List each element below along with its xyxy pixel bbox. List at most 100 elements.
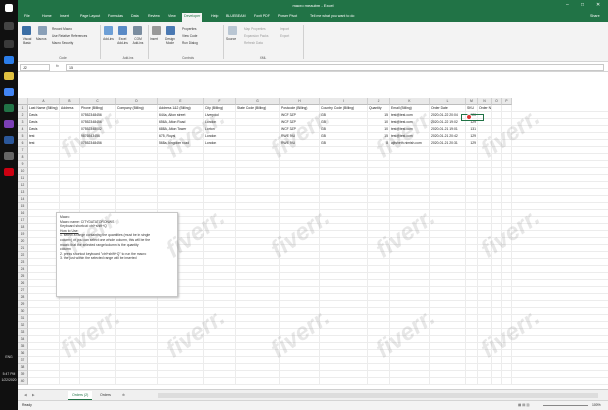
macro-security-button[interactable]: Macro Security xyxy=(52,41,73,45)
cell[interactable] xyxy=(390,294,430,301)
tab-data[interactable]: Data xyxy=(131,14,139,18)
header-cell[interactable]: Country Code (Billing) xyxy=(320,105,368,112)
cell[interactable] xyxy=(236,315,280,322)
cell[interactable] xyxy=(390,168,430,175)
cell[interactable] xyxy=(390,182,430,189)
cell[interactable] xyxy=(116,378,158,385)
header-cell[interactable]: Quantity xyxy=(368,105,390,112)
cell[interactable] xyxy=(204,343,236,350)
taskbar-date[interactable]: 1/22/2020 xyxy=(1,378,17,382)
cell[interactable] xyxy=(60,182,80,189)
cell[interactable] xyxy=(492,112,502,119)
cell[interactable] xyxy=(236,203,280,210)
cell[interactable] xyxy=(116,371,158,378)
cell[interactable] xyxy=(204,259,236,266)
cell[interactable] xyxy=(204,196,236,203)
cell[interactable] xyxy=(320,189,368,196)
row-header[interactable]: 4 xyxy=(18,126,28,133)
cell[interactable] xyxy=(466,154,478,161)
cell[interactable] xyxy=(466,161,478,168)
cell[interactable] xyxy=(280,280,320,287)
cell[interactable] xyxy=(492,294,502,301)
cell[interactable] xyxy=(236,189,280,196)
cell[interactable] xyxy=(430,168,466,175)
cell[interactable] xyxy=(28,371,60,378)
cell[interactable] xyxy=(236,294,280,301)
cell[interactable] xyxy=(368,308,390,315)
cell[interactable] xyxy=(204,189,236,196)
row-header[interactable]: 31 xyxy=(18,315,28,322)
cell[interactable] xyxy=(236,273,280,280)
cell[interactable] xyxy=(80,161,116,168)
cell[interactable] xyxy=(430,259,466,266)
cell[interactable] xyxy=(466,364,478,371)
row-header[interactable]: 6 xyxy=(18,140,28,147)
cell[interactable] xyxy=(158,203,204,210)
column-header[interactable]: E xyxy=(158,98,204,105)
com-add-ins-button[interactable]: COM Add-ins xyxy=(131,37,145,45)
cell[interactable] xyxy=(280,371,320,378)
cell[interactable] xyxy=(236,357,280,364)
tab-page-layout[interactable]: Page Layout xyxy=(80,14,100,18)
cell[interactable] xyxy=(390,189,430,196)
cell[interactable] xyxy=(502,259,512,266)
cell[interactable] xyxy=(80,189,116,196)
cell[interactable] xyxy=(28,203,60,210)
tab-bluebeam[interactable]: BLUEBEAM xyxy=(226,14,246,18)
cell[interactable] xyxy=(320,301,368,308)
cell[interactable] xyxy=(116,154,158,161)
cell[interactable] xyxy=(320,168,368,175)
cell[interactable] xyxy=(466,182,478,189)
cell[interactable] xyxy=(466,147,478,154)
cell[interactable] xyxy=(430,196,466,203)
cell[interactable]: 129 xyxy=(466,133,478,140)
tab-insert[interactable]: Insert xyxy=(60,14,69,18)
sheet-tab-orders[interactable]: Orders xyxy=(96,391,115,400)
onenote-icon[interactable] xyxy=(4,120,14,128)
cell[interactable] xyxy=(116,203,158,210)
row-header[interactable]: 35 xyxy=(18,343,28,350)
add-sheet-icon[interactable]: ⊕ xyxy=(118,391,129,400)
cell[interactable] xyxy=(320,350,368,357)
cell[interactable] xyxy=(502,308,512,315)
cell[interactable] xyxy=(204,350,236,357)
cell[interactable] xyxy=(368,182,390,189)
cell[interactable] xyxy=(116,350,158,357)
cell[interactable] xyxy=(236,161,280,168)
cell[interactable] xyxy=(492,273,502,280)
cell[interactable]: Davis xyxy=(28,112,60,119)
row-header[interactable]: 34 xyxy=(18,336,28,343)
cell[interactable] xyxy=(430,273,466,280)
cell[interactable] xyxy=(236,266,280,273)
cell[interactable] xyxy=(502,182,512,189)
refresh-data-button[interactable]: Refresh Data xyxy=(244,41,263,45)
cell[interactable] xyxy=(280,266,320,273)
cell[interactable] xyxy=(368,217,390,224)
cell[interactable] xyxy=(466,294,478,301)
fx-icon[interactable]: fx xyxy=(56,64,59,68)
insert-control-button[interactable]: Insert xyxy=(150,37,158,41)
cell[interactable] xyxy=(158,161,204,168)
cell[interactable] xyxy=(280,294,320,301)
cell[interactable] xyxy=(320,287,368,294)
cell[interactable] xyxy=(236,210,280,217)
cell[interactable] xyxy=(60,364,80,371)
cell[interactable] xyxy=(502,189,512,196)
cell[interactable] xyxy=(430,154,466,161)
row-header[interactable]: 12 xyxy=(18,182,28,189)
cell[interactable] xyxy=(320,378,368,385)
cell[interactable] xyxy=(466,252,478,259)
cell[interactable] xyxy=(492,364,502,371)
cell[interactable] xyxy=(60,378,80,385)
cell[interactable] xyxy=(430,336,466,343)
cell[interactable]: 15 xyxy=(368,112,390,119)
cell[interactable] xyxy=(466,371,478,378)
cell[interactable] xyxy=(478,287,492,294)
cell[interactable] xyxy=(430,189,466,196)
cell[interactable] xyxy=(28,329,60,336)
cell[interactable] xyxy=(80,364,116,371)
cell[interactable] xyxy=(492,301,502,308)
column-header[interactable]: P xyxy=(502,98,512,105)
import-button[interactable]: Import xyxy=(280,27,289,31)
cell[interactable] xyxy=(60,168,80,175)
